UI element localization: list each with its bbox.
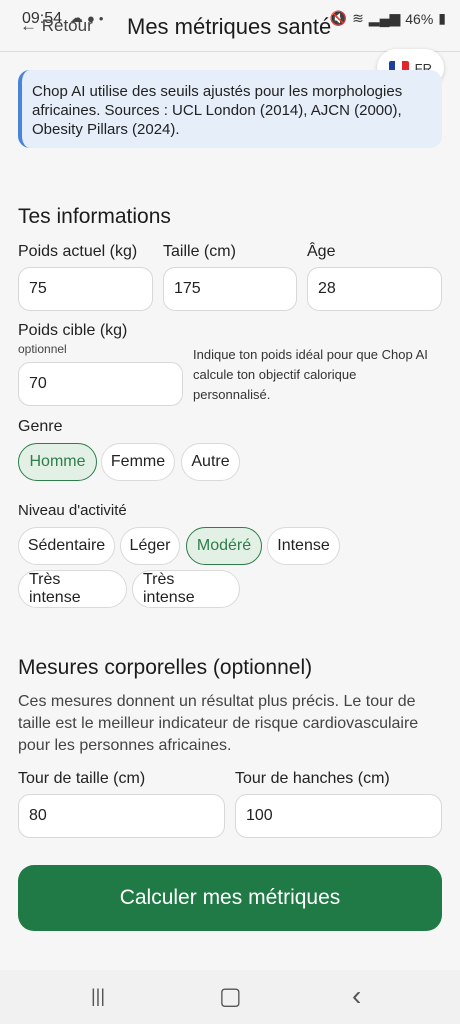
back-nav-icon[interactable]: ‹ xyxy=(352,980,361,1012)
signal-icon: ▂▄▆ xyxy=(368,10,401,26)
activity-option-tres-intense[interactable]: Très intense xyxy=(18,570,127,608)
home-icon[interactable]: ▢ xyxy=(219,982,242,1011)
activity-option-intense[interactable]: Intense xyxy=(267,527,340,565)
waist-label: Tour de taille (cm) xyxy=(18,770,146,787)
battery-icon: ▮ xyxy=(438,10,446,26)
activity-label: Niveau d'activité xyxy=(18,502,127,519)
gender-option-homme[interactable]: Homme xyxy=(18,443,97,481)
hips-input[interactable]: 100 xyxy=(235,794,442,838)
recent-apps-icon[interactable]: ||| xyxy=(91,986,105,1007)
section-title-body: Mesures corporelles (optionnel) xyxy=(18,656,313,679)
target-weight-hint: Indique ton poids idéal pour que Chop AI… xyxy=(193,347,428,402)
activity-option-tres-intense-2[interactable]: Très intense xyxy=(132,570,240,608)
waist-input[interactable]: 80 xyxy=(18,794,225,838)
gender-option-femme[interactable]: Femme xyxy=(101,443,175,481)
activity-option-sedentaire[interactable]: Sédentaire xyxy=(18,527,115,565)
body-section-description: Ces mesures donnent un résultat plus pré… xyxy=(18,693,419,754)
back-button[interactable]: ← Retour xyxy=(20,16,93,36)
dot-icon: • xyxy=(98,10,104,26)
activity-option-modere[interactable]: Modéré xyxy=(186,527,262,565)
section-title-infos: Tes informations xyxy=(18,205,171,228)
weight-input[interactable]: 75 xyxy=(18,267,153,311)
gender-option-autre[interactable]: Autre xyxy=(181,443,240,481)
activity-option-leger[interactable]: Léger xyxy=(120,527,180,565)
mute-icon: 🔇 xyxy=(329,10,348,26)
status-icons-right: 🔇 ≋ ▂▄▆ 46% ▮ xyxy=(330,10,446,27)
target-weight-label: Poids cible (kg) xyxy=(18,322,128,339)
app-header: 09:54 ☁ ● • ← Retour Mes métriques santé… xyxy=(0,0,460,52)
wifi-icon: ≋ xyxy=(352,10,364,26)
gender-label: Genre xyxy=(18,418,63,435)
target-weight-input[interactable]: 70 xyxy=(18,362,183,406)
calculate-button[interactable]: Calculer mes métriques xyxy=(18,865,442,931)
info-banner: Chop AI utilise des seuils ajustés pour … xyxy=(18,70,442,148)
weight-label: Poids actuel (kg) xyxy=(18,243,138,260)
android-nav-bar: ||| ▢ ‹ xyxy=(0,970,460,1024)
hips-label: Tour de hanches (cm) xyxy=(235,770,390,787)
target-weight-sub: optionnel xyxy=(18,342,67,356)
age-input[interactable]: 28 xyxy=(307,267,442,311)
age-label: Âge xyxy=(307,243,336,260)
height-input[interactable]: 175 xyxy=(163,267,297,311)
page-title: Mes métriques santé xyxy=(127,14,332,39)
height-label: Taille (cm) xyxy=(163,243,236,260)
battery-label: 46% xyxy=(405,10,434,27)
